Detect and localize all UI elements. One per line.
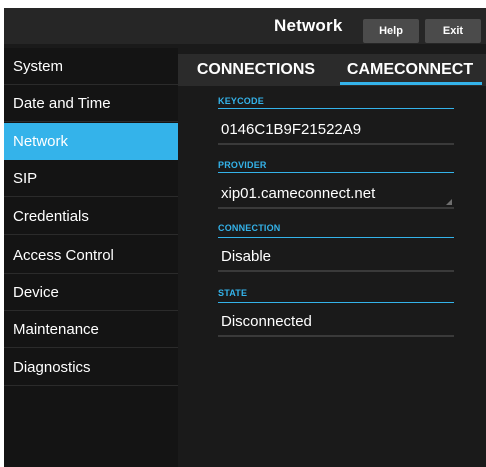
top-bar: Network Help Exit	[4, 8, 486, 44]
sidebar-item-network[interactable]: Network	[4, 123, 178, 160]
provider-label: PROVIDER	[218, 160, 267, 170]
active-tab-indicator	[340, 82, 482, 85]
sidebar-item-system[interactable]: System	[4, 48, 178, 85]
state-field: Disconnected	[218, 309, 454, 337]
connection-select[interactable]: Disable	[218, 244, 454, 272]
dropdown-corner-icon	[446, 199, 452, 205]
page-title: Network	[274, 16, 343, 35]
provider-select[interactable]: xip01.cameconnect.net	[218, 181, 454, 209]
sidebar-item-credentials[interactable]: Credentials	[4, 198, 178, 235]
sidebar-item-diagnostics[interactable]: Diagnostics	[4, 349, 178, 386]
sidebar-item-sip[interactable]: SIP	[4, 160, 178, 197]
connection-value: Disable	[221, 248, 272, 265]
sidebar-item-access-control[interactable]: Access Control	[4, 237, 178, 274]
provider-value: xip01.cameconnect.net	[221, 185, 376, 202]
state-divider	[218, 302, 454, 303]
sidebar-item-device[interactable]: Device	[4, 274, 178, 311]
connection-divider	[218, 237, 454, 238]
tab-connections[interactable]: CONNECTIONS	[178, 54, 334, 86]
help-button[interactable]: Help	[363, 19, 419, 43]
sidebar-item-maintenance[interactable]: Maintenance	[4, 311, 178, 348]
connection-label: CONNECTION	[218, 223, 281, 233]
keycode-divider	[218, 108, 454, 109]
device-screen: Network Help Exit System Date and Time N…	[4, 8, 486, 467]
keycode-field[interactable]: 0146C1B9F21522A9	[218, 117, 454, 145]
keycode-label: KEYCODE	[218, 96, 264, 106]
provider-divider	[218, 172, 454, 173]
state-label: STATE	[218, 288, 248, 298]
sidebar-item-date-and-time[interactable]: Date and Time	[4, 85, 178, 122]
exit-button[interactable]: Exit	[425, 19, 481, 43]
sidebar: System Date and Time Network SIP Credent…	[4, 48, 178, 467]
